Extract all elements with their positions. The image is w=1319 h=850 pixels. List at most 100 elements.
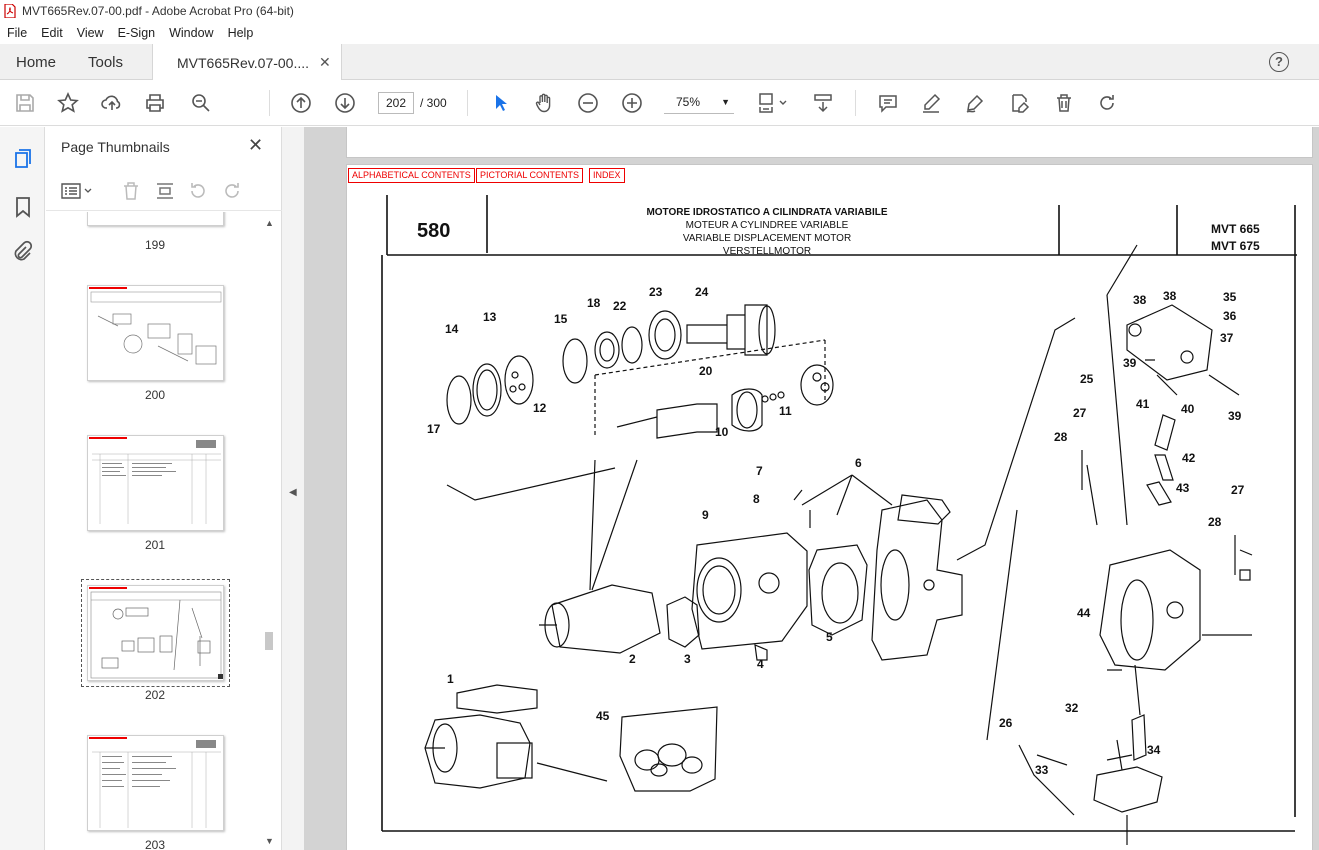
thumbnail-scrollbar[interactable]: ▲ ▼	[262, 212, 276, 850]
previous-page-icon[interactable]	[288, 90, 314, 116]
page-thumbnails-icon[interactable]	[11, 147, 35, 171]
toolbar-separator	[467, 90, 468, 116]
comment-icon[interactable]	[875, 90, 901, 116]
rotate-ccw-icon[interactable]	[187, 180, 209, 205]
thumbnail-label: 199	[144, 238, 166, 252]
callout-7: 7	[756, 464, 763, 478]
tab-home[interactable]: Home	[16, 44, 56, 80]
callout-38b: 38	[1163, 289, 1177, 303]
callout-27b: 27	[1231, 483, 1245, 497]
menu-esign[interactable]: E-Sign	[111, 26, 163, 40]
callout-43: 43	[1176, 481, 1190, 495]
title-line-fr: MOTEUR A CYLINDREE VARIABLE	[686, 220, 849, 231]
menu-help[interactable]: Help	[221, 26, 261, 40]
panel-collapse-bar[interactable]: ◀	[282, 127, 304, 850]
callout-11: 11	[779, 404, 792, 418]
main-toolbar	[0, 80, 1319, 126]
callout-13: 13	[483, 310, 497, 324]
delete-trash-icon[interactable]	[1051, 90, 1077, 116]
callout-8: 8	[753, 492, 760, 506]
page-thumbnail-200[interactable]	[87, 285, 224, 381]
page-thumbnail-201[interactable]	[87, 435, 224, 531]
callout-12: 12	[533, 401, 547, 415]
hand-tool-icon[interactable]	[531, 90, 557, 116]
page-total: / 300	[420, 96, 447, 110]
callout-20: 20	[699, 364, 713, 378]
menu-window[interactable]: Window	[162, 26, 220, 40]
callout-10: 10	[715, 425, 729, 439]
find-zoom-icon[interactable]	[188, 90, 214, 116]
extract-page-icon[interactable]	[154, 180, 176, 205]
callout-28b: 28	[1208, 515, 1222, 529]
callout-37: 37	[1220, 331, 1234, 345]
callout-44: 44	[1077, 606, 1091, 620]
menu-file[interactable]: File	[0, 26, 34, 40]
menu-view[interactable]: View	[70, 26, 111, 40]
callout-34: 34	[1147, 743, 1161, 757]
title-line-de: VERSTELLMOTOR	[723, 246, 811, 257]
delete-page-icon[interactable]	[120, 180, 142, 205]
page-number-input[interactable]: 202	[378, 92, 414, 114]
callout-36: 36	[1223, 309, 1237, 323]
callout-32: 32	[1065, 701, 1079, 715]
scroll-up-icon[interactable]: ▲	[265, 218, 274, 228]
tab-tools[interactable]: Tools	[88, 44, 123, 80]
rotate-redo-icon[interactable]	[1094, 90, 1120, 116]
sign-pen-icon[interactable]	[962, 90, 988, 116]
window-title: MVT665Rev.07-00.pdf - Adobe Acrobat Pro …	[22, 4, 294, 18]
callout-6: 6	[855, 456, 862, 470]
thumbnail-options-icon[interactable]	[60, 181, 94, 204]
page-thumbnail-203[interactable]	[87, 735, 224, 831]
bookmarks-icon[interactable]	[11, 195, 35, 219]
close-panel-icon[interactable]: ✕	[248, 135, 263, 156]
callout-28a: 28	[1054, 430, 1068, 444]
scroll-down-icon[interactable]: ▼	[265, 836, 274, 846]
highlight-pen-icon[interactable]	[918, 90, 944, 116]
tab-document[interactable]: MVT665Rev.07-00.... ✕	[152, 44, 342, 81]
model-675: MVT 675	[1211, 239, 1260, 253]
next-page-icon[interactable]	[332, 90, 358, 116]
callout-24: 24	[695, 285, 709, 299]
help-icon[interactable]: ?	[1269, 52, 1289, 72]
zoom-out-icon[interactable]	[575, 90, 601, 116]
previous-page-sheet	[346, 127, 1313, 158]
attachments-paperclip-icon[interactable]	[11, 240, 35, 264]
zoom-in-icon[interactable]	[619, 90, 645, 116]
callout-41: 41	[1136, 397, 1150, 411]
thumbnail-label: 202	[144, 688, 166, 702]
callout-3: 3	[684, 652, 691, 666]
callout-18: 18	[587, 296, 601, 310]
left-navigation-rail	[0, 127, 45, 850]
pdf-file-icon	[4, 3, 16, 19]
upload-cloud-icon[interactable]	[99, 90, 125, 116]
callout-33: 33	[1035, 763, 1049, 777]
zoom-level-select[interactable]: 75% ▼	[664, 92, 734, 114]
callout-39b: 39	[1228, 409, 1242, 423]
callout-45: 45	[596, 709, 610, 723]
callout-4: 4	[757, 657, 764, 671]
print-icon[interactable]	[142, 90, 168, 116]
page-thumbnail-202[interactable]	[81, 579, 230, 687]
callout-38a: 38	[1133, 293, 1147, 307]
collapse-left-icon[interactable]: ◀	[289, 487, 297, 498]
tab-bar: Home Tools MVT665Rev.07-00.... ✕ ?	[0, 44, 1319, 81]
edit-pdf-icon[interactable]	[1007, 90, 1033, 116]
scrollbar-thumb[interactable]	[265, 632, 273, 650]
zoom-level-value: 75%	[676, 95, 701, 109]
thumbnail-list: 199 200 201 202 203	[46, 212, 264, 850]
callout-22: 22	[613, 299, 627, 313]
menu-edit[interactable]: Edit	[34, 26, 70, 40]
document-viewer: ALPHABETICAL CONTENTS PICTORIAL CONTENTS…	[304, 127, 1319, 850]
page-fit-icon[interactable]	[755, 90, 791, 116]
callout-39a: 39	[1123, 356, 1137, 370]
callout-25: 25	[1080, 372, 1094, 386]
title-bar: MVT665Rev.07-00.pdf - Adobe Acrobat Pro …	[0, 0, 1319, 22]
select-cursor-icon[interactable]	[488, 90, 514, 116]
scroll-mode-icon[interactable]	[810, 90, 836, 116]
rotate-cw-icon[interactable]	[221, 180, 243, 205]
page-thumbnail-199[interactable]	[87, 212, 224, 226]
callout-labels: 14 13 15 18 22 23 24 17 12 20 11 10 7 6 …	[427, 285, 1245, 777]
close-tab-icon[interactable]: ✕	[319, 54, 331, 71]
bookmark-star-icon[interactable]	[55, 90, 81, 116]
save-icon[interactable]	[12, 90, 38, 116]
